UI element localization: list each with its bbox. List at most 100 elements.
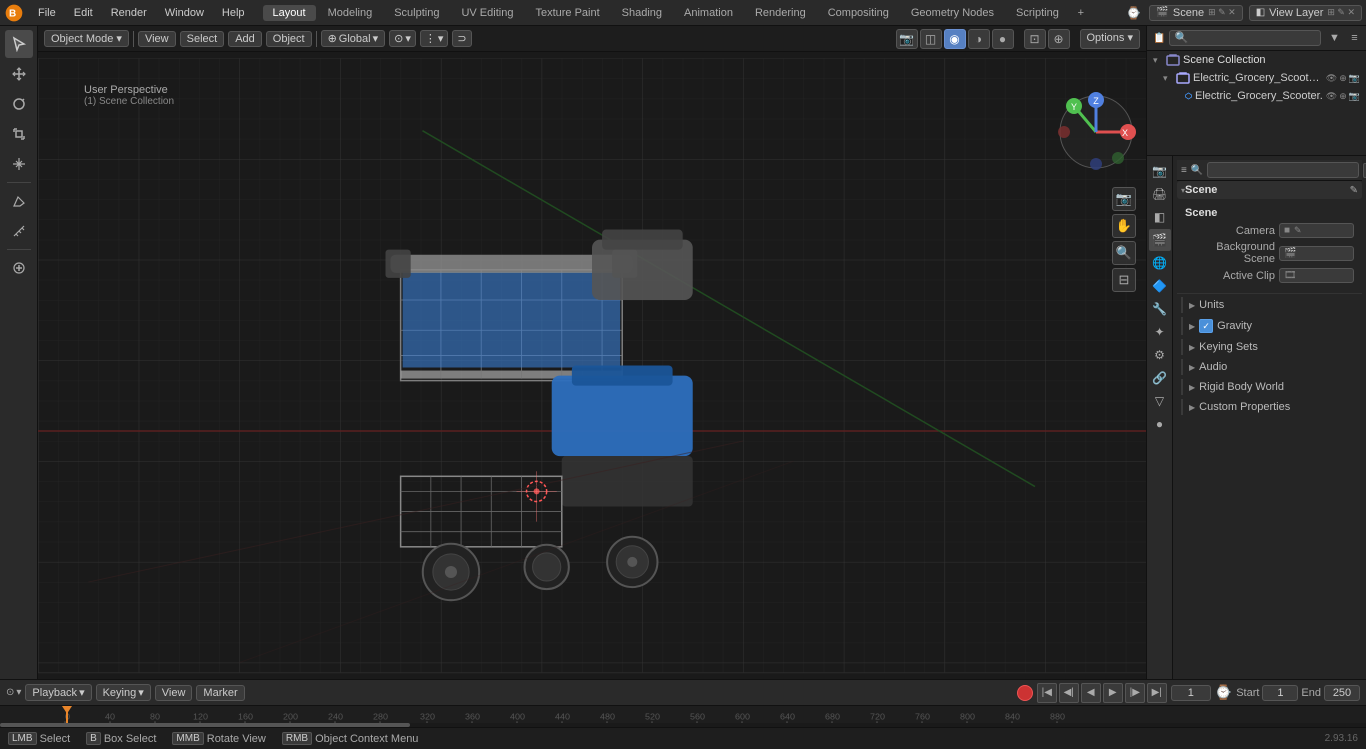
zoom-icon[interactable]: 🔍: [1112, 241, 1136, 265]
record-button[interactable]: [1017, 685, 1033, 701]
viewport-shading-wire[interactable]: ◫: [920, 29, 942, 49]
timeline-mode-selector[interactable]: ⊙ ▾: [6, 687, 21, 698]
audio-header[interactable]: ▶ Audio: [1189, 359, 1362, 375]
prop-data-icon[interactable]: ▽: [1149, 390, 1171, 412]
tab-scripting[interactable]: Scripting: [1006, 5, 1069, 21]
prop-scene-icon[interactable]: 🎬: [1149, 229, 1171, 251]
timing-icon[interactable]: ⌚: [1215, 684, 1232, 701]
tab-texture-paint[interactable]: Texture Paint: [525, 5, 609, 21]
activity-icon[interactable]: ⌚: [1123, 3, 1143, 23]
prop-viewlayer-icon[interactable]: ◧: [1149, 206, 1171, 228]
prop-physics-icon[interactable]: ⚙: [1149, 344, 1171, 366]
playback-menu-btn[interactable]: Playback▾: [25, 684, 91, 701]
camera-edit-icon[interactable]: ✎: [1294, 225, 1302, 236]
rotate-tool[interactable]: [5, 90, 33, 118]
viewport-overlay-toggle[interactable]: ⊡: [1024, 29, 1046, 49]
outliner-item-scooter-collection[interactable]: ▾ Electric_Grocery_Scooter_New 👁 ⊕ 📷: [1147, 69, 1366, 87]
measure-tool[interactable]: [5, 217, 33, 245]
add-tool[interactable]: [5, 254, 33, 282]
prop-material-icon[interactable]: ●: [1149, 413, 1171, 435]
tab-rendering[interactable]: Rendering: [745, 5, 816, 21]
mesh-render-icon[interactable]: 📷: [1349, 91, 1360, 102]
menu-render[interactable]: Render: [103, 5, 155, 21]
scene-properties-header[interactable]: ▾ Scene ✎: [1177, 181, 1362, 199]
object-menu-btn[interactable]: Object: [266, 31, 312, 47]
outliner-sort-icon[interactable]: ≡: [1345, 29, 1363, 47]
view-menu-btn-tl[interactable]: View: [155, 685, 193, 701]
start-frame-input[interactable]: 1: [1262, 685, 1298, 701]
prop-modifier-icon[interactable]: 🔧: [1149, 298, 1171, 320]
tab-layout[interactable]: Layout: [263, 5, 316, 21]
prop-render-icon[interactable]: 📷: [1149, 160, 1171, 182]
viewport-gizmo-toggle[interactable]: ⊕: [1048, 29, 1070, 49]
units-header[interactable]: ▶ Units: [1189, 297, 1362, 313]
scene-section-pin[interactable]: ✎: [1350, 185, 1358, 196]
timeline-ruler[interactable]: 0 40 80 120 160 200 240 280 320 360 400 …: [0, 706, 1366, 727]
outliner-item-scooter-mesh[interactable]: ▾ Electric_Grocery_Scooter. 👁 ⊕ 📷: [1147, 87, 1366, 105]
viewport-canvas[interactable]: User Perspective (1) Scene Collection X …: [38, 52, 1146, 679]
menu-file[interactable]: File: [30, 5, 64, 21]
gravity-checkbox[interactable]: ✓: [1199, 319, 1213, 333]
object-mode-selector[interactable]: Object Mode ▾: [44, 30, 129, 47]
outliner-filter-icon[interactable]: ▼: [1325, 29, 1343, 47]
hand-tool-icon[interactable]: ✋: [1112, 214, 1136, 238]
props-menu-icon[interactable]: ≡: [1181, 165, 1187, 176]
camera-view-icon[interactable]: 📷: [1112, 187, 1136, 211]
viewport-shading-rendered[interactable]: ●: [992, 29, 1014, 49]
viewport-shading-lp[interactable]: ◑: [968, 29, 990, 49]
prev-keyframe-btn[interactable]: ◀|: [1059, 683, 1079, 703]
viewport-gizmo[interactable]: X Y Z: [1056, 92, 1136, 172]
tab-geometry-nodes[interactable]: Geometry Nodes: [901, 5, 1004, 21]
annotate-tool[interactable]: [5, 187, 33, 215]
menu-window[interactable]: Window: [157, 5, 212, 21]
viewport-camera-icon[interactable]: 📷: [896, 29, 918, 49]
tab-compositing[interactable]: Compositing: [818, 5, 899, 21]
keying-sets-header[interactable]: ▶ Keying Sets: [1189, 339, 1362, 355]
active-clip-value[interactable]: 🎞: [1279, 268, 1354, 283]
snap-selector[interactable]: ⋮▾: [420, 30, 449, 47]
timeline-scrollbar-thumb[interactable]: [0, 723, 410, 727]
mesh-visibility-eye[interactable]: 👁: [1326, 91, 1337, 102]
custom-props-header[interactable]: ▶ Custom Properties: [1189, 399, 1362, 415]
outliner-visibility-eye[interactable]: 👁: [1326, 73, 1337, 84]
current-frame-input[interactable]: 1: [1171, 685, 1211, 701]
add-workspace-button[interactable]: +: [1071, 3, 1091, 23]
tab-shading[interactable]: Shading: [612, 5, 672, 21]
move-tool[interactable]: [5, 60, 33, 88]
play-btn[interactable]: ▶: [1103, 683, 1123, 703]
outliner-search-input[interactable]: [1169, 30, 1321, 46]
outliner-viewport-icon[interactable]: ⊕: [1339, 73, 1347, 84]
properties-search-input[interactable]: [1207, 162, 1359, 178]
props-filter-icon[interactable]: 🔍: [1191, 165, 1203, 176]
mesh-viewport-icon[interactable]: ⊕: [1339, 91, 1347, 102]
transform-space-selector[interactable]: ⊕ Global ▾: [321, 30, 386, 47]
jump-end-btn[interactable]: ▶|: [1147, 683, 1167, 703]
outliner-scene-collection[interactable]: ▾ Scene Collection: [1147, 51, 1366, 69]
viewport-3d[interactable]: Object Mode ▾ View Select Add Object ⊕ G…: [38, 26, 1146, 679]
view-layer-selector[interactable]: ◧ View Layer ⊞ ✎ ✕: [1249, 5, 1362, 21]
select-menu-btn[interactable]: Select: [180, 31, 225, 47]
toggle-quad-icon[interactable]: ⊟: [1112, 268, 1136, 292]
options-btn[interactable]: Options ▾: [1080, 29, 1141, 49]
view-menu-btn[interactable]: View: [138, 31, 176, 47]
scene-selector[interactable]: 🎬 Scene ⊞ ✎ ✕: [1149, 5, 1242, 21]
scale-tool[interactable]: [5, 120, 33, 148]
background-scene-value[interactable]: 🎬: [1279, 246, 1354, 261]
add-menu-btn[interactable]: Add: [228, 31, 262, 47]
prop-object-icon[interactable]: 🔷: [1149, 275, 1171, 297]
tab-sculpting[interactable]: Sculpting: [384, 5, 449, 21]
next-keyframe-btn[interactable]: |▶: [1125, 683, 1145, 703]
menu-help[interactable]: Help: [214, 5, 253, 21]
pivot-selector[interactable]: ⊙▾: [389, 30, 416, 47]
cursor-tool[interactable]: [5, 30, 33, 58]
transform-tool[interactable]: [5, 150, 33, 178]
play-reverse-btn[interactable]: ◀: [1081, 683, 1101, 703]
rigid-body-header[interactable]: ▶ Rigid Body World: [1189, 379, 1362, 395]
tab-modeling[interactable]: Modeling: [318, 5, 383, 21]
timeline-scrollbar[interactable]: [0, 723, 1366, 727]
tab-uv-editing[interactable]: UV Editing: [451, 5, 523, 21]
prop-constraints-icon[interactable]: 🔗: [1149, 367, 1171, 389]
tab-animation[interactable]: Animation: [674, 5, 743, 21]
prop-particles-icon[interactable]: ✦: [1149, 321, 1171, 343]
jump-start-btn[interactable]: |◀: [1037, 683, 1057, 703]
